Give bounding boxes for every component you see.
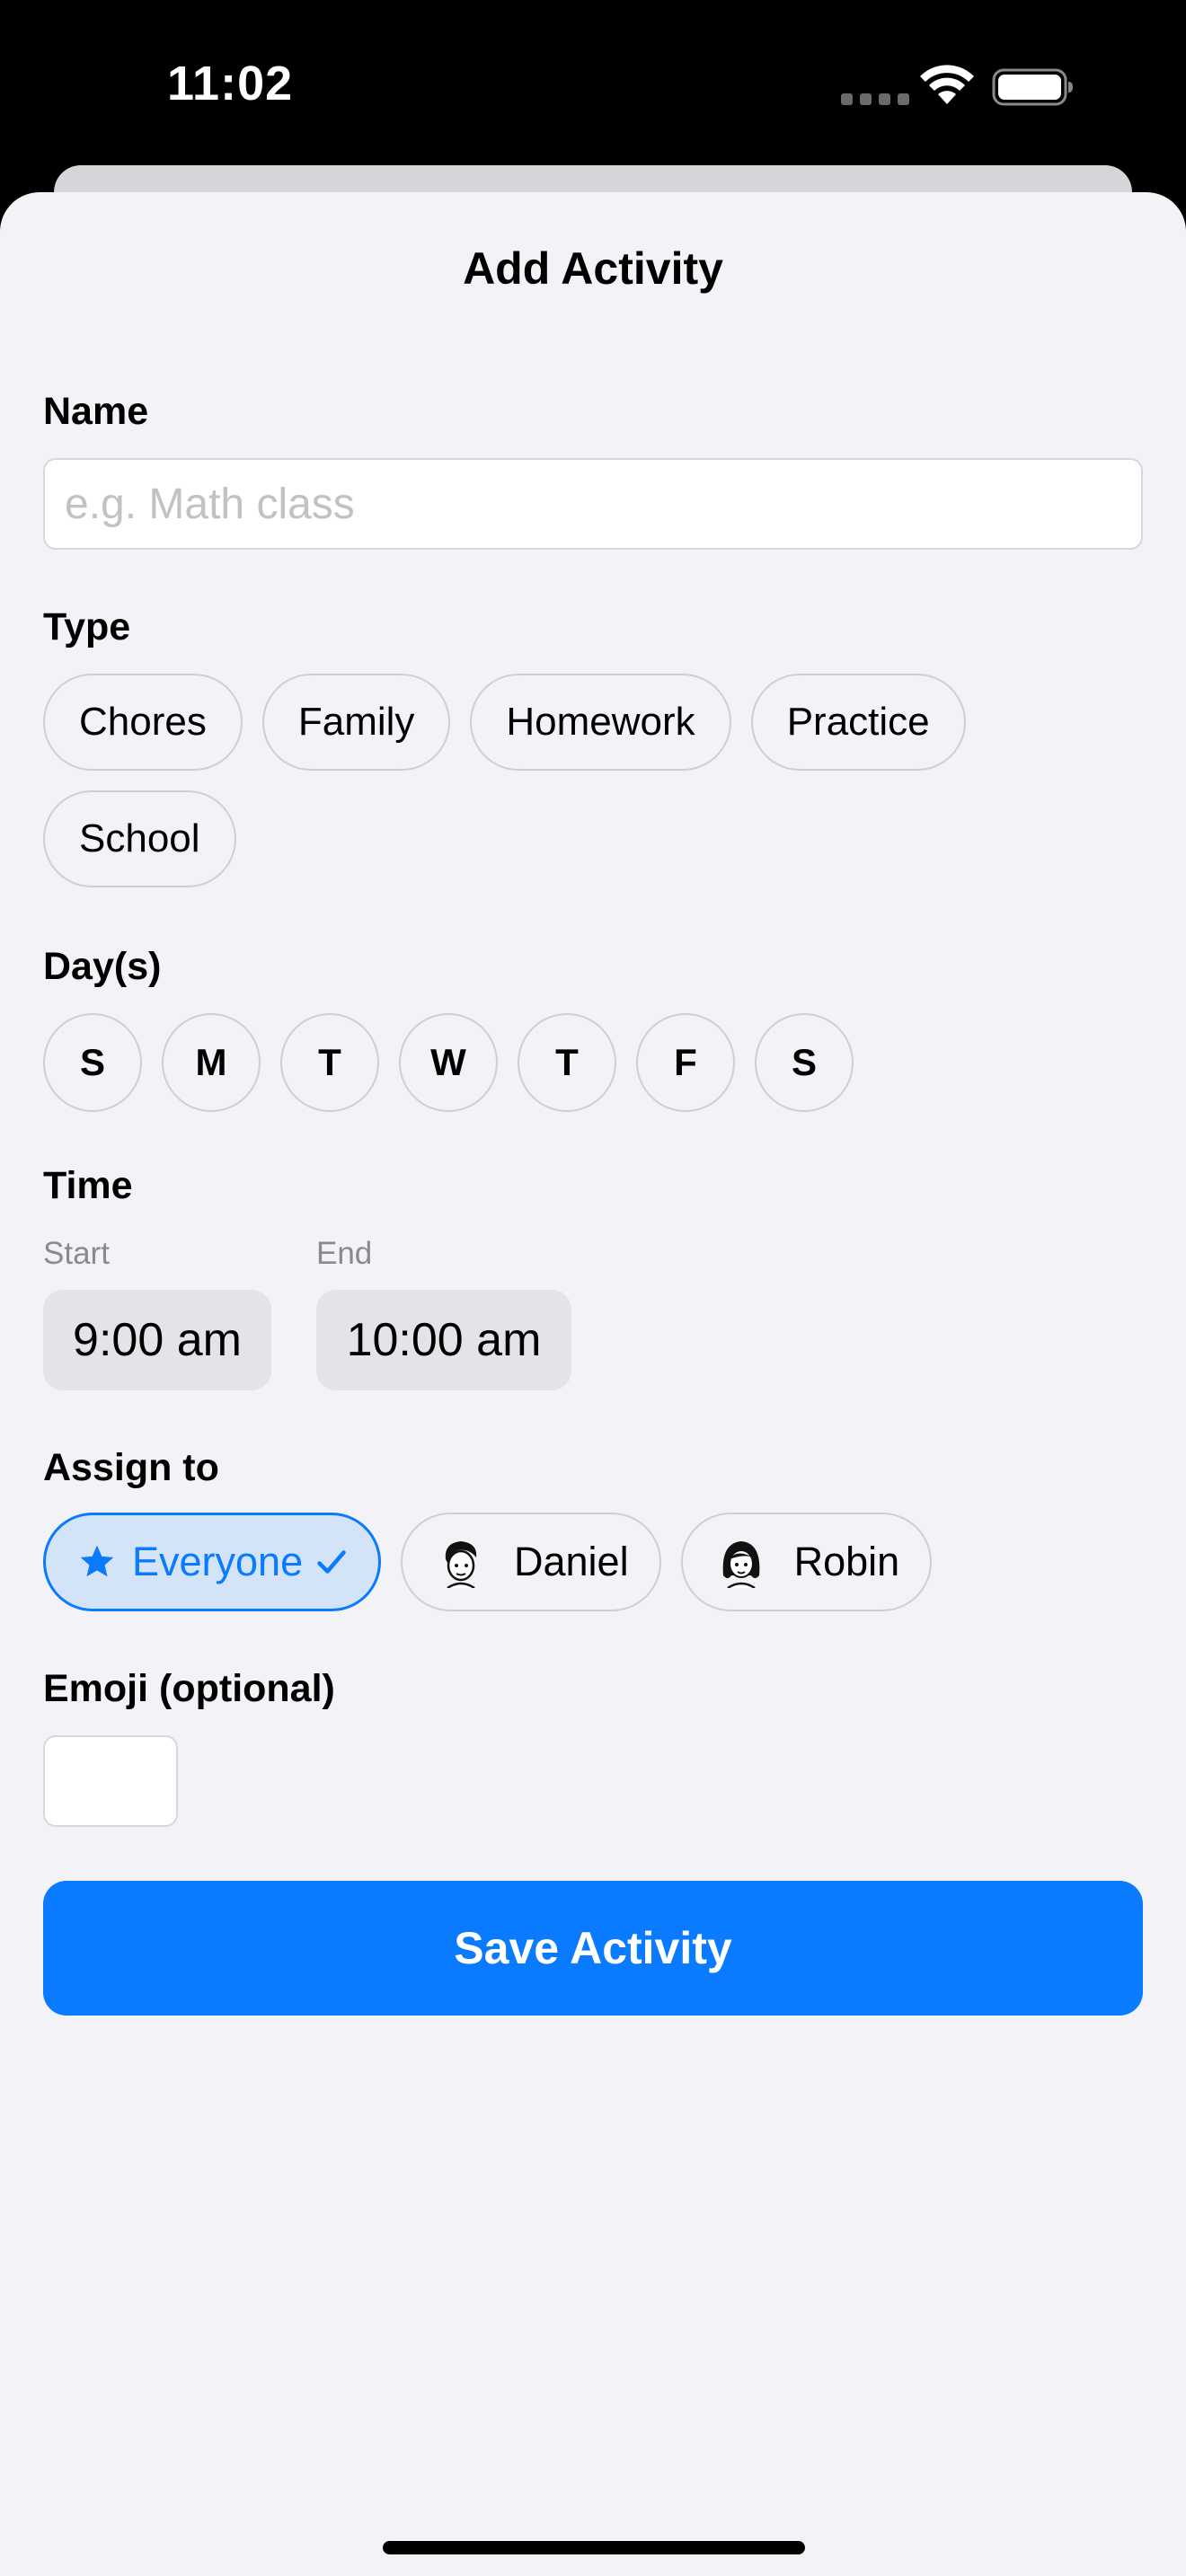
type-options-row-1: Chores Family Homework Practice	[43, 674, 966, 771]
add-activity-sheet: Add Activity Name Type Chores Family Hom…	[0, 192, 1186, 2576]
assign-options: Everyone Daniel Robin	[43, 1513, 933, 1611]
end-time-picker[interactable]: 10:00 am	[316, 1290, 571, 1390]
sheet-title: Add Activity	[463, 243, 723, 294]
type-chip-family[interactable]: Family	[261, 674, 451, 771]
name-label: Name	[43, 390, 149, 433]
type-chip-homework[interactable]: Homework	[470, 674, 731, 771]
assign-label-daniel: Daniel	[514, 1539, 629, 1584]
home-indicator[interactable]	[383, 2541, 805, 2554]
status-bar: 11:02	[0, 0, 1186, 171]
assign-chip-robin[interactable]: Robin	[680, 1513, 933, 1611]
assign-label-everyone: Everyone	[132, 1539, 304, 1584]
type-options-row-2: School	[43, 790, 236, 887]
assign-label-robin: Robin	[793, 1539, 900, 1584]
day-sunday[interactable]: S	[43, 1013, 142, 1112]
assign-chip-everyone[interactable]: Everyone	[43, 1513, 381, 1611]
end-time-label: End	[316, 1236, 373, 1271]
day-friday[interactable]: F	[636, 1013, 735, 1112]
start-time-label: Start	[43, 1236, 110, 1271]
emoji-input[interactable]	[43, 1735, 178, 1827]
robin-avatar-icon	[722, 1541, 759, 1588]
status-time: 11:02	[167, 57, 294, 110]
wifi-icon	[920, 65, 974, 104]
checkmark-icon	[315, 1546, 348, 1578]
type-chip-chores[interactable]: Chores	[43, 674, 243, 771]
day-wednesday[interactable]: W	[399, 1013, 498, 1112]
days-label: Day(s)	[43, 945, 162, 988]
name-input[interactable]	[43, 458, 1143, 550]
daniel-avatar-icon	[445, 1541, 477, 1588]
assign-label: Assign to	[43, 1446, 219, 1489]
save-activity-button[interactable]: Save Activity	[43, 1881, 1143, 2016]
day-saturday[interactable]: S	[755, 1013, 854, 1112]
day-thursday[interactable]: T	[518, 1013, 616, 1112]
emoji-label: Emoji (optional)	[43, 1667, 335, 1710]
type-chip-practice[interactable]: Practice	[750, 674, 966, 771]
time-label: Time	[43, 1164, 133, 1207]
assign-chip-daniel[interactable]: Daniel	[401, 1513, 661, 1611]
cellular-signal-icon	[841, 93, 909, 105]
type-chip-school[interactable]: School	[43, 790, 236, 887]
day-monday[interactable]: M	[162, 1013, 261, 1112]
day-tuesday[interactable]: T	[280, 1013, 379, 1112]
battery-icon	[992, 68, 1073, 106]
day-selector: S M T W T F S	[43, 1013, 854, 1112]
type-label: Type	[43, 605, 131, 648]
star-icon	[78, 1543, 116, 1581]
start-time-picker[interactable]: 9:00 am	[43, 1290, 271, 1390]
